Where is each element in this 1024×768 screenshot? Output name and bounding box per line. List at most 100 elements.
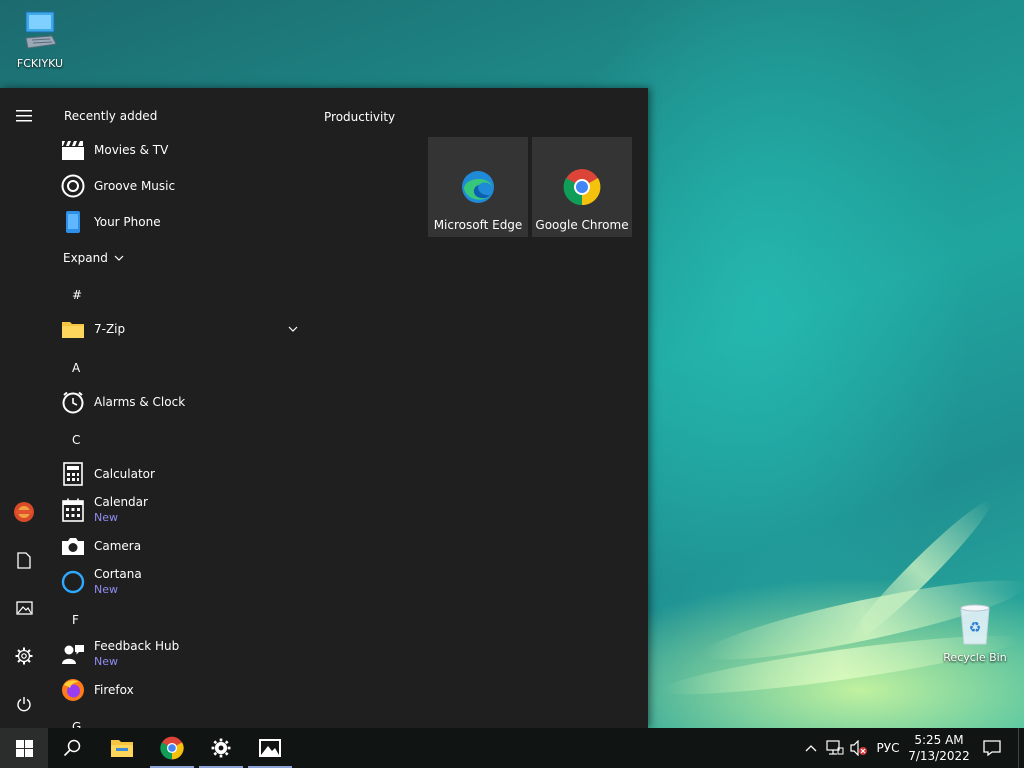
groove-disc-icon xyxy=(61,174,85,198)
start-left-rail xyxy=(0,88,48,728)
taskbar-chrome[interactable] xyxy=(148,728,196,768)
clock-date: 7/13/2022 xyxy=(908,749,970,763)
desktop-icon-label: FCKIYKU xyxy=(16,57,64,70)
app-label: Movies & TV xyxy=(94,142,169,157)
tile-microsoft-edge[interactable]: Microsoft Edge xyxy=(428,137,528,237)
phone-icon xyxy=(66,211,80,233)
app-your-phone[interactable]: Your Phone xyxy=(60,204,310,240)
letter-header-hash[interactable]: # xyxy=(72,288,82,302)
document-icon xyxy=(17,551,31,569)
start-menu: Recently added Movies & TV Groove Music … xyxy=(0,88,648,728)
camera-icon xyxy=(62,538,84,555)
hamburger-menu-button[interactable] xyxy=(0,96,48,136)
app-groove-music[interactable]: Groove Music xyxy=(60,168,310,204)
svg-text:♻: ♻ xyxy=(969,620,982,636)
picture-icon xyxy=(15,601,33,615)
documents-button[interactable] xyxy=(0,540,48,580)
new-badge: New xyxy=(94,655,118,668)
chrome-icon xyxy=(160,736,184,760)
pictures-button[interactable] xyxy=(0,588,48,628)
letter-header-g[interactable]: G xyxy=(72,720,81,728)
app-label: Firefox xyxy=(94,682,134,697)
new-badge: New xyxy=(94,583,118,596)
action-center-button[interactable] xyxy=(976,728,1008,768)
app-label: Feedback Hub xyxy=(94,639,180,653)
user-account-button[interactable] xyxy=(0,492,48,532)
desktop-icon-computer[interactable]: FCKIYKU xyxy=(0,10,80,70)
app-calendar[interactable]: Calendar New xyxy=(60,492,310,528)
input-language-button[interactable]: РУС xyxy=(872,728,904,768)
taskbar-settings[interactable] xyxy=(197,728,245,768)
settings-button[interactable] xyxy=(0,636,48,676)
hamburger-icon xyxy=(16,110,32,122)
app-label: Groove Music xyxy=(94,178,176,193)
app-feedback-hub[interactable]: Feedback Hub New xyxy=(60,636,310,672)
clock-time: 5:25 AM xyxy=(914,733,964,747)
expand-button[interactable]: Expand xyxy=(63,240,310,276)
tile-label: Google Chrome xyxy=(535,218,629,232)
app-label: Calendar xyxy=(94,495,148,509)
chrome-icon xyxy=(563,169,601,206)
show-desktop-button[interactable] xyxy=(1018,728,1024,768)
app-7-zip[interactable]: 7-Zip xyxy=(60,311,310,347)
clapperboard-icon xyxy=(62,141,84,160)
gear-icon xyxy=(15,647,33,665)
taskbar: РУС 5:25 AM 7/13/2022 xyxy=(0,728,1024,768)
cortana-ring-icon xyxy=(61,570,85,594)
app-label: Camera xyxy=(94,538,142,553)
search-icon xyxy=(63,739,81,757)
new-badge: New xyxy=(94,511,118,524)
network-button[interactable] xyxy=(824,728,846,768)
letter-header-a[interactable]: A xyxy=(72,361,80,375)
notification-icon xyxy=(983,740,1001,756)
app-alarms-clock[interactable]: Alarms & Clock xyxy=(60,384,310,420)
chevron-down-icon xyxy=(114,255,124,261)
letter-header-c[interactable]: C xyxy=(72,433,80,447)
app-label: Calculator xyxy=(94,466,155,481)
recycle-bin-icon: ♻ xyxy=(960,604,990,645)
clock-button[interactable]: 5:25 AM 7/13/2022 xyxy=(906,728,972,768)
chevron-down-icon[interactable] xyxy=(288,325,298,333)
folder-icon xyxy=(62,322,84,338)
app-list: Recently added Movies & TV Groove Music … xyxy=(48,88,310,728)
app-movies-tv[interactable]: Movies & TV xyxy=(60,132,310,168)
taskbar-photos[interactable] xyxy=(246,728,294,768)
file-explorer-icon xyxy=(111,740,133,757)
tile-label: Microsoft Edge xyxy=(433,218,523,232)
calendar-icon xyxy=(62,498,84,522)
calculator-icon xyxy=(63,462,83,486)
network-icon xyxy=(826,740,844,755)
photos-icon xyxy=(259,739,281,757)
app-firefox[interactable]: Firefox xyxy=(60,672,310,708)
tile-google-chrome[interactable]: Google Chrome xyxy=(532,137,632,237)
desktop-icon-label: Recycle Bin xyxy=(943,651,1007,664)
app-label: 7-Zip xyxy=(94,321,126,336)
app-label: Alarms & Clock xyxy=(94,394,186,409)
letter-header-f[interactable]: F xyxy=(72,613,79,627)
tile-group-title[interactable]: Productivity xyxy=(324,110,395,124)
power-button[interactable] xyxy=(0,684,48,724)
app-label: Your Phone xyxy=(94,214,161,229)
edge-icon xyxy=(462,171,494,203)
user-avatar-icon xyxy=(14,502,34,522)
app-calculator[interactable]: Calculator xyxy=(60,456,310,492)
desktop-icon-recycle-bin[interactable]: ♻ Recycle Bin xyxy=(935,602,1015,664)
windows-logo-icon xyxy=(15,739,33,757)
expand-label: Expand xyxy=(63,250,108,265)
chevron-up-icon xyxy=(805,745,817,752)
clock-icon xyxy=(62,391,84,414)
start-button[interactable] xyxy=(0,728,48,768)
firefox-icon xyxy=(62,679,84,701)
taskbar-file-explorer[interactable] xyxy=(98,728,146,768)
search-button[interactable] xyxy=(48,728,96,768)
app-label: Cortana xyxy=(94,567,142,581)
power-icon xyxy=(17,697,31,712)
computer-icon xyxy=(25,11,57,49)
gear-icon xyxy=(211,738,231,758)
volume-button[interactable] xyxy=(848,728,870,768)
app-camera[interactable]: Camera xyxy=(60,528,310,564)
volume-muted-icon xyxy=(850,740,867,756)
app-cortana[interactable]: Cortana New xyxy=(60,564,310,600)
show-hidden-icons-button[interactable] xyxy=(800,728,822,768)
recently-added-title: Recently added xyxy=(64,109,158,123)
